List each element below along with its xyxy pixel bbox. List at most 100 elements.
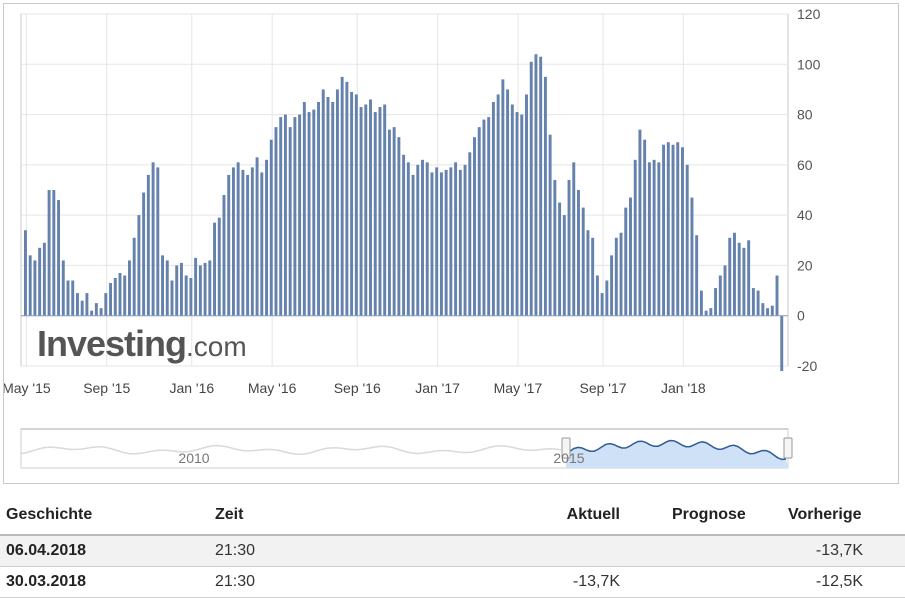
navigator-handle [783, 437, 793, 459]
chart-bar [222, 195, 226, 316]
chart-bar [85, 293, 89, 316]
navigator-year-label: 2015 [553, 450, 584, 466]
chart-bar [99, 308, 103, 316]
x-tick-label: Jan '16 [169, 380, 214, 396]
chart-bar [756, 290, 760, 316]
chart-bar [317, 102, 320, 316]
chart-bar [463, 164, 467, 316]
chart-bar [761, 303, 765, 316]
chart-bar [250, 167, 254, 316]
chart-bar [444, 169, 448, 316]
chart-bar [685, 164, 689, 316]
chart-bar [534, 54, 538, 316]
y-tick-label: 100 [797, 56, 821, 72]
chart-bar [378, 107, 382, 316]
chart-bar [213, 222, 216, 316]
chart-bar [425, 162, 429, 316]
chart-frame: 120 100 80 60 40 20 0 -20 May '15 Sep '15 Jan '16 M… [3, 3, 899, 484]
chart-bar [302, 102, 306, 316]
chart-bar [501, 79, 505, 316]
chart-bar [33, 260, 37, 316]
chart-bar [506, 89, 510, 316]
chart-bar [354, 94, 358, 316]
chart-bar [747, 240, 751, 316]
logo-word: Investing [37, 323, 187, 364]
chart-bar [454, 162, 458, 316]
chart-bar [515, 112, 519, 316]
chart-bar [709, 308, 713, 316]
chart-bar [402, 154, 406, 316]
chart-bar [194, 257, 198, 316]
chart-bar [397, 137, 401, 316]
chart-bar [567, 179, 571, 316]
chart-bar [439, 172, 443, 316]
chart-bar [562, 215, 566, 316]
chart-bar [614, 237, 618, 316]
chart-bar [269, 139, 273, 316]
chart-bar [548, 134, 552, 316]
chart-bar [132, 237, 136, 316]
chart-bar [595, 275, 599, 316]
header-actual[interactable]: Aktuell [567, 506, 620, 524]
chart-bar [175, 265, 179, 316]
chart-bar [624, 207, 628, 316]
chart-bar [350, 91, 354, 316]
y-tick-label: 20 [797, 257, 813, 273]
chart-bar [151, 162, 155, 316]
chart-bar [123, 275, 127, 316]
chart-bar [766, 308, 770, 316]
chart-bar [723, 265, 727, 316]
chart-bar [52, 190, 56, 316]
chart-bar [421, 159, 424, 316]
chart-bar [231, 167, 235, 316]
chart-bar [127, 260, 131, 316]
logo-suffix: .com [186, 331, 247, 362]
x-tick-label: May '16 [248, 380, 297, 396]
row-previous: -13,7K [815, 542, 863, 559]
chart-bar [477, 127, 481, 316]
chart-bar [61, 260, 65, 316]
chart-bar [770, 305, 774, 316]
navigator-year-label: 2010 [178, 450, 209, 466]
chart-bar [246, 174, 250, 316]
chart-bar [619, 232, 623, 316]
header-history[interactable]: Geschichte [6, 506, 92, 524]
x-tick-label: Sep '17 [579, 380, 626, 396]
chart-bar [293, 117, 297, 316]
chart-bar [24, 230, 27, 316]
chart-bar [369, 99, 372, 316]
chart-bar [161, 255, 164, 316]
chart-bar [28, 255, 32, 316]
chart-bar [676, 142, 680, 316]
chart-bar [699, 290, 703, 316]
header-time[interactable]: Zeit [215, 506, 243, 524]
chart-bar [633, 159, 637, 316]
chart-bar [406, 162, 410, 316]
chart-bar [714, 288, 718, 316]
chart-bar [558, 202, 562, 316]
chart-bar [75, 293, 79, 316]
chart-bar [539, 56, 543, 316]
chart-bar [109, 283, 113, 316]
chart-bar [647, 162, 651, 316]
chart-bar [66, 280, 70, 316]
header-forecast[interactable]: Prognose [672, 506, 746, 524]
row-previous: -12,5K [815, 573, 863, 590]
chart-bar [260, 172, 264, 316]
chart-bar [203, 262, 207, 316]
chart-bar [468, 152, 472, 316]
chart-bar [591, 237, 595, 316]
chart-bar [737, 242, 741, 316]
chart-bar [241, 169, 245, 316]
row-actual: -13,7K [572, 573, 620, 590]
y-tick-label: 60 [797, 157, 813, 173]
chart-bar [340, 76, 344, 316]
header-previous[interactable]: Vorherige [788, 506, 862, 524]
chart-bar [321, 89, 325, 316]
x-tick-label: Jan '17 [415, 380, 460, 396]
history-table: Geschichte Zeit Aktuell Prognose Vorheri… [0, 496, 905, 598]
chart-bar [681, 147, 684, 316]
investing-logo: Investing .com [37, 323, 247, 364]
chart-bar [170, 280, 174, 316]
chart-bar [288, 127, 292, 316]
